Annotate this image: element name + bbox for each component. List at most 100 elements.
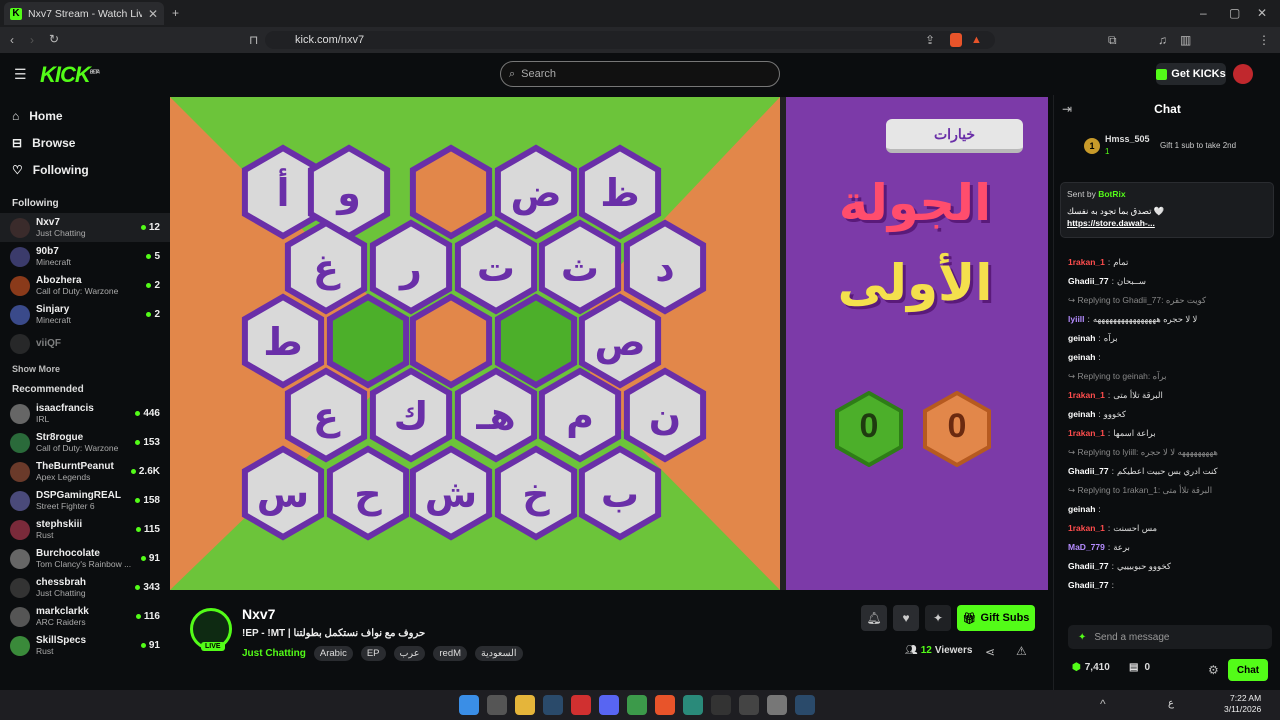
address-bar[interactable]: kick.com/nxv7 xyxy=(265,31,995,49)
tag[interactable]: Arabic xyxy=(313,646,353,661)
show-more-link[interactable]: Show More xyxy=(0,358,170,378)
sidebar-channel[interactable]: 90b7 Minecraft 5 xyxy=(0,242,170,271)
chat-username[interactable]: 1rakan_1 xyxy=(1068,390,1105,401)
options-button[interactable]: خيارات xyxy=(886,119,1023,153)
tag[interactable]: عرب xyxy=(393,646,426,661)
sidebar-channel[interactable]: Str8rogue Call of Duty: Warzone 153 xyxy=(0,428,170,457)
maximize-icon[interactable]: ▢ xyxy=(1229,7,1240,19)
chat-username[interactable]: 1rakan_1 xyxy=(1068,428,1105,439)
chat-username[interactable]: geinah xyxy=(1068,504,1095,515)
gift-subs-button[interactable]: 🎁︎ Gift Subs xyxy=(957,605,1035,631)
chat-username[interactable]: geinah xyxy=(1068,409,1095,420)
chat-username[interactable]: 1rakan_1 xyxy=(1068,523,1105,534)
start-icon[interactable] xyxy=(459,695,479,715)
emote-icon[interactable]: ✦ xyxy=(1078,632,1086,643)
window-close-icon[interactable]: ✕ xyxy=(1257,7,1267,19)
sidebar-channel[interactable]: Abozhera Call of Duty: Warzone 2 xyxy=(0,271,170,300)
sidebar-channel[interactable]: viiQF xyxy=(0,329,170,358)
chat-input[interactable]: ✦ Send a message xyxy=(1068,625,1272,649)
share-icon[interactable]: ⋖ xyxy=(985,646,995,658)
reload-icon[interactable]: ↻ xyxy=(49,33,59,45)
chrome-icon[interactable] xyxy=(627,695,647,715)
settings-app-icon[interactable] xyxy=(487,695,507,715)
forward-icon[interactable]: › xyxy=(30,34,34,46)
get-kicks-button[interactable]: Get KICKs xyxy=(1156,63,1226,85)
video-player[interactable]: أ و ض ظ غ ر ت ث د ط ص ع ك هـ م ن س ح ش خ ب خيارات الجولة الأ… xyxy=(170,97,1048,590)
browser-tab[interactable]: K Nxv7 Stream - Watch Live on ✕ xyxy=(4,2,164,25)
sidebar-channel[interactable]: markclarkk ARC Raiders 116 xyxy=(0,602,170,631)
category-link[interactable]: Just Chatting xyxy=(242,648,306,659)
app-icon[interactable] xyxy=(683,695,703,715)
nav-following[interactable]: ♡ Following xyxy=(0,156,170,183)
settings-icon[interactable]: ⚙ xyxy=(1208,664,1219,676)
extensions-icon[interactable]: ⧉ xyxy=(1108,34,1117,46)
search-bar[interactable]: ⌕ Search xyxy=(500,61,780,87)
chat-username[interactable]: geinah xyxy=(1068,352,1095,363)
language-indicator[interactable]: ع xyxy=(1168,698,1174,709)
streamer-name[interactable]: Nxv7 xyxy=(242,606,275,622)
sidebar-channel[interactable]: Sinjary Minecraft 2 xyxy=(0,300,170,329)
gift-prompt[interactable]: Gift 1 sub to take 2nd xyxy=(1160,141,1236,150)
chat-username[interactable]: lyiill xyxy=(1068,314,1085,325)
tag[interactable]: redM xyxy=(433,646,468,661)
separator: : xyxy=(1098,409,1101,420)
sidebar-channel[interactable]: chessbrah Just Chatting 343 xyxy=(0,573,170,602)
back-icon[interactable]: ‹ xyxy=(10,34,14,46)
search-input[interactable]: Search xyxy=(521,68,556,80)
tray-chevron-icon[interactable]: ^ xyxy=(1100,698,1106,710)
sidebar-toggle-icon[interactable]: ▥ xyxy=(1180,34,1191,46)
media-icon[interactable]: ♫ xyxy=(1158,34,1167,46)
app-icon[interactable] xyxy=(767,695,787,715)
letter-hex[interactable] xyxy=(326,293,410,389)
sidebar-channel[interactable]: DSPGamingREAL Street Fighter 6 158 xyxy=(0,486,170,515)
channel-info: SkillSpecs Rust xyxy=(36,635,135,656)
steam-icon[interactable] xyxy=(543,695,563,715)
discord-icon[interactable] xyxy=(599,695,619,715)
chat-send-button[interactable]: Chat xyxy=(1228,659,1268,681)
steam-icon[interactable] xyxy=(795,695,815,715)
hamburger-menu-icon[interactable]: ☰ xyxy=(14,66,27,83)
brave-icon[interactable] xyxy=(655,695,675,715)
nav-browse[interactable]: ⊟ Browse xyxy=(0,129,170,156)
chat-username[interactable]: Ghadii_77 xyxy=(1068,580,1109,591)
chat-username[interactable]: Ghadii_77 xyxy=(1068,561,1109,572)
app-icon[interactable] xyxy=(711,695,731,715)
app-icon[interactable] xyxy=(739,695,759,715)
minimize-icon[interactable]: – xyxy=(1200,7,1207,19)
app-icon[interactable] xyxy=(571,695,591,715)
new-tab-icon[interactable]: + xyxy=(172,7,179,19)
notify-button[interactable]: 🔔︎ xyxy=(861,605,887,631)
user-avatar[interactable] xyxy=(1233,64,1253,84)
nav-home[interactable]: ⌂ Home xyxy=(0,102,170,129)
bot-link[interactable]: https://store.dawah-... xyxy=(1067,218,1267,229)
brave-rewards-icon[interactable]: ▲ xyxy=(971,34,982,46)
chat-username[interactable]: 1rakan_1 xyxy=(1068,257,1105,268)
report-icon[interactable]: ⚠ xyxy=(1016,645,1027,657)
brave-shield-icon[interactable] xyxy=(950,33,962,47)
file-explorer-icon[interactable] xyxy=(515,695,535,715)
kick-logo[interactable]: KICKBETA xyxy=(40,62,100,88)
chat-username[interactable]: Ghadii_77 xyxy=(1068,276,1109,287)
menu-icon[interactable]: ⋮ xyxy=(1258,34,1270,46)
letter-hex[interactable] xyxy=(409,144,493,240)
follow-button[interactable]: ♥ xyxy=(893,605,919,631)
clock[interactable]: 7:22 AM 3/11/2026 xyxy=(1224,693,1261,714)
sidebar-channel[interactable]: stephskiii Rust 115 xyxy=(0,515,170,544)
sidebar-channel[interactable]: SkillSpecs Rust 91 xyxy=(0,631,170,660)
sidebar-channel[interactable]: TheBurntPeanut Apex Legends 2.6K xyxy=(0,457,170,486)
clip-button[interactable]: ✦ xyxy=(925,605,951,631)
letter-hex[interactable] xyxy=(409,293,493,389)
tag[interactable]: EP xyxy=(360,646,386,661)
share-icon[interactable]: ⇪ xyxy=(925,34,935,46)
sidebar-channel[interactable]: Burchocolate Tom Clancy's Rainbow ... 91 xyxy=(0,544,170,573)
sidebar-channel[interactable]: isaacfrancis IRL 446 xyxy=(0,399,170,428)
letter-hex[interactable] xyxy=(494,293,578,389)
chat-username[interactable]: Ghadii_77 xyxy=(1068,466,1109,477)
close-tab-icon[interactable]: ✕ xyxy=(148,8,158,20)
chat-username[interactable]: geinah xyxy=(1068,333,1095,344)
channel-category: Apex Legends xyxy=(36,472,91,482)
bookmark-icon[interactable]: ⊓ xyxy=(249,34,258,46)
chat-username[interactable]: MaD_779 xyxy=(1068,542,1105,553)
sidebar-channel[interactable]: Nxv7 Just Chatting 12 xyxy=(0,213,170,242)
tag[interactable]: السعودية xyxy=(475,646,523,661)
